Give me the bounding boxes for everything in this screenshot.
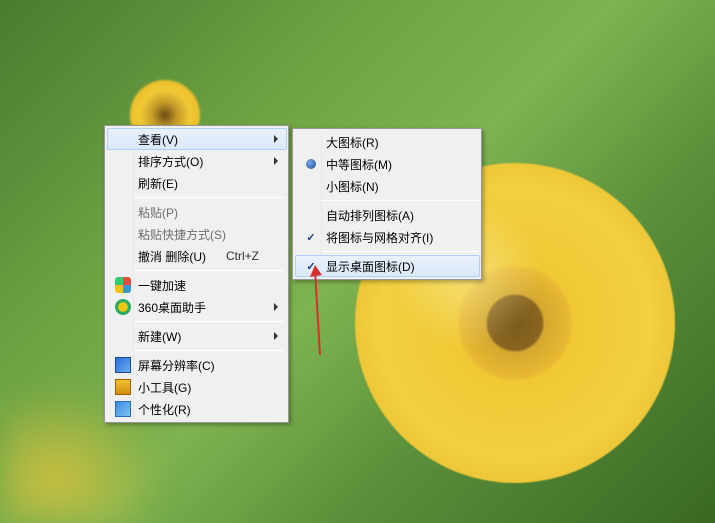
- menu-item-accelerate[interactable]: 一键加速: [108, 274, 286, 296]
- menu-item-label: 刷新(E): [138, 175, 256, 192]
- check-icon: ✓: [300, 226, 322, 248]
- menu-item-label: 撤消 删除(U): [138, 248, 206, 265]
- menu-item-shortcut: Ctrl+Z: [226, 249, 259, 263]
- menu-item-label: 排序方式(O): [138, 153, 256, 170]
- menu-item-label: 显示桌面图标(D): [326, 258, 449, 275]
- blank-icon: [112, 223, 134, 245]
- menu-item-label: 新建(W): [138, 328, 256, 345]
- submenu-item-large-icons[interactable]: 大图标(R): [296, 131, 479, 153]
- blank-icon: [112, 128, 134, 150]
- submenu-item-medium-icons[interactable]: 中等图标(M): [296, 153, 479, 175]
- desktop-context-menu: 查看(V) 排序方式(O) 刷新(E) 粘贴(P) 粘贴快捷方式(S) 撤消 删…: [104, 125, 289, 423]
- menu-item-label: 个性化(R): [138, 401, 256, 418]
- menu-item-undo-delete[interactable]: 撤消 删除(U) Ctrl+Z: [108, 245, 286, 267]
- menu-separator: [134, 197, 285, 198]
- menu-item-paste: 粘贴(P): [108, 201, 286, 223]
- gadgets-icon: [112, 376, 134, 398]
- submenu-item-small-icons[interactable]: 小图标(N): [296, 175, 479, 197]
- menu-item-refresh[interactable]: 刷新(E): [108, 172, 286, 194]
- personalize-icon: [112, 398, 134, 420]
- blank-icon: [112, 245, 134, 267]
- submenu-arrow-icon: [274, 135, 278, 143]
- menu-item-view[interactable]: 查看(V): [107, 128, 287, 150]
- submenu-arrow-icon: [274, 157, 278, 165]
- view-submenu: 大图标(R) 中等图标(M) 小图标(N) 自动排列图标(A) ✓ 将图标与网格…: [292, 128, 482, 280]
- menu-item-label: 粘贴(P): [138, 204, 256, 221]
- resolution-icon: [112, 354, 134, 376]
- menu-separator: [134, 321, 285, 322]
- radio-unselected-icon: [300, 131, 322, 153]
- blank-icon: [112, 172, 134, 194]
- submenu-arrow-icon: [274, 332, 278, 340]
- menu-item-360-desktop[interactable]: 360桌面助手: [108, 296, 286, 318]
- radio-selected-icon: [300, 153, 322, 175]
- submenu-item-align-grid[interactable]: ✓ 将图标与网格对齐(I): [296, 226, 479, 248]
- menu-separator: [134, 270, 285, 271]
- menu-item-label: 粘贴快捷方式(S): [138, 226, 256, 243]
- menu-item-paste-shortcut: 粘贴快捷方式(S): [108, 223, 286, 245]
- accelerate-icon: [112, 274, 134, 296]
- menu-item-label: 自动排列图标(A): [326, 207, 449, 224]
- menu-item-label: 中等图标(M): [326, 156, 449, 173]
- menu-item-label: 将图标与网格对齐(I): [326, 229, 449, 246]
- menu-item-new[interactable]: 新建(W): [108, 325, 286, 347]
- menu-item-label: 小图标(N): [326, 178, 449, 195]
- menu-item-sort[interactable]: 排序方式(O): [108, 150, 286, 172]
- radio-unselected-icon: [300, 175, 322, 197]
- menu-item-label: 360桌面助手: [138, 299, 256, 316]
- submenu-arrow-icon: [274, 303, 278, 311]
- menu-separator: [134, 350, 285, 351]
- menu-item-label: 小工具(G): [138, 379, 256, 396]
- menu-item-label: 查看(V): [138, 131, 256, 148]
- menu-item-label: 大图标(R): [326, 134, 449, 151]
- menu-separator: [322, 251, 478, 252]
- menu-separator: [322, 200, 478, 201]
- menu-item-personalize[interactable]: 个性化(R): [108, 398, 286, 420]
- menu-item-label: 屏幕分辨率(C): [138, 357, 256, 374]
- submenu-item-auto-arrange[interactable]: 自动排列图标(A): [296, 204, 479, 226]
- check-unselected-icon: [300, 204, 322, 226]
- menu-item-gadgets[interactable]: 小工具(G): [108, 376, 286, 398]
- blank-icon: [112, 150, 134, 172]
- menu-item-resolution[interactable]: 屏幕分辨率(C): [108, 354, 286, 376]
- check-icon: ✓: [300, 255, 322, 277]
- menu-item-label: 一键加速: [138, 277, 256, 294]
- blank-icon: [112, 325, 134, 347]
- blank-icon: [112, 201, 134, 223]
- submenu-item-show-desktop-icons[interactable]: ✓ 显示桌面图标(D): [295, 255, 480, 277]
- 360-icon: [112, 296, 134, 318]
